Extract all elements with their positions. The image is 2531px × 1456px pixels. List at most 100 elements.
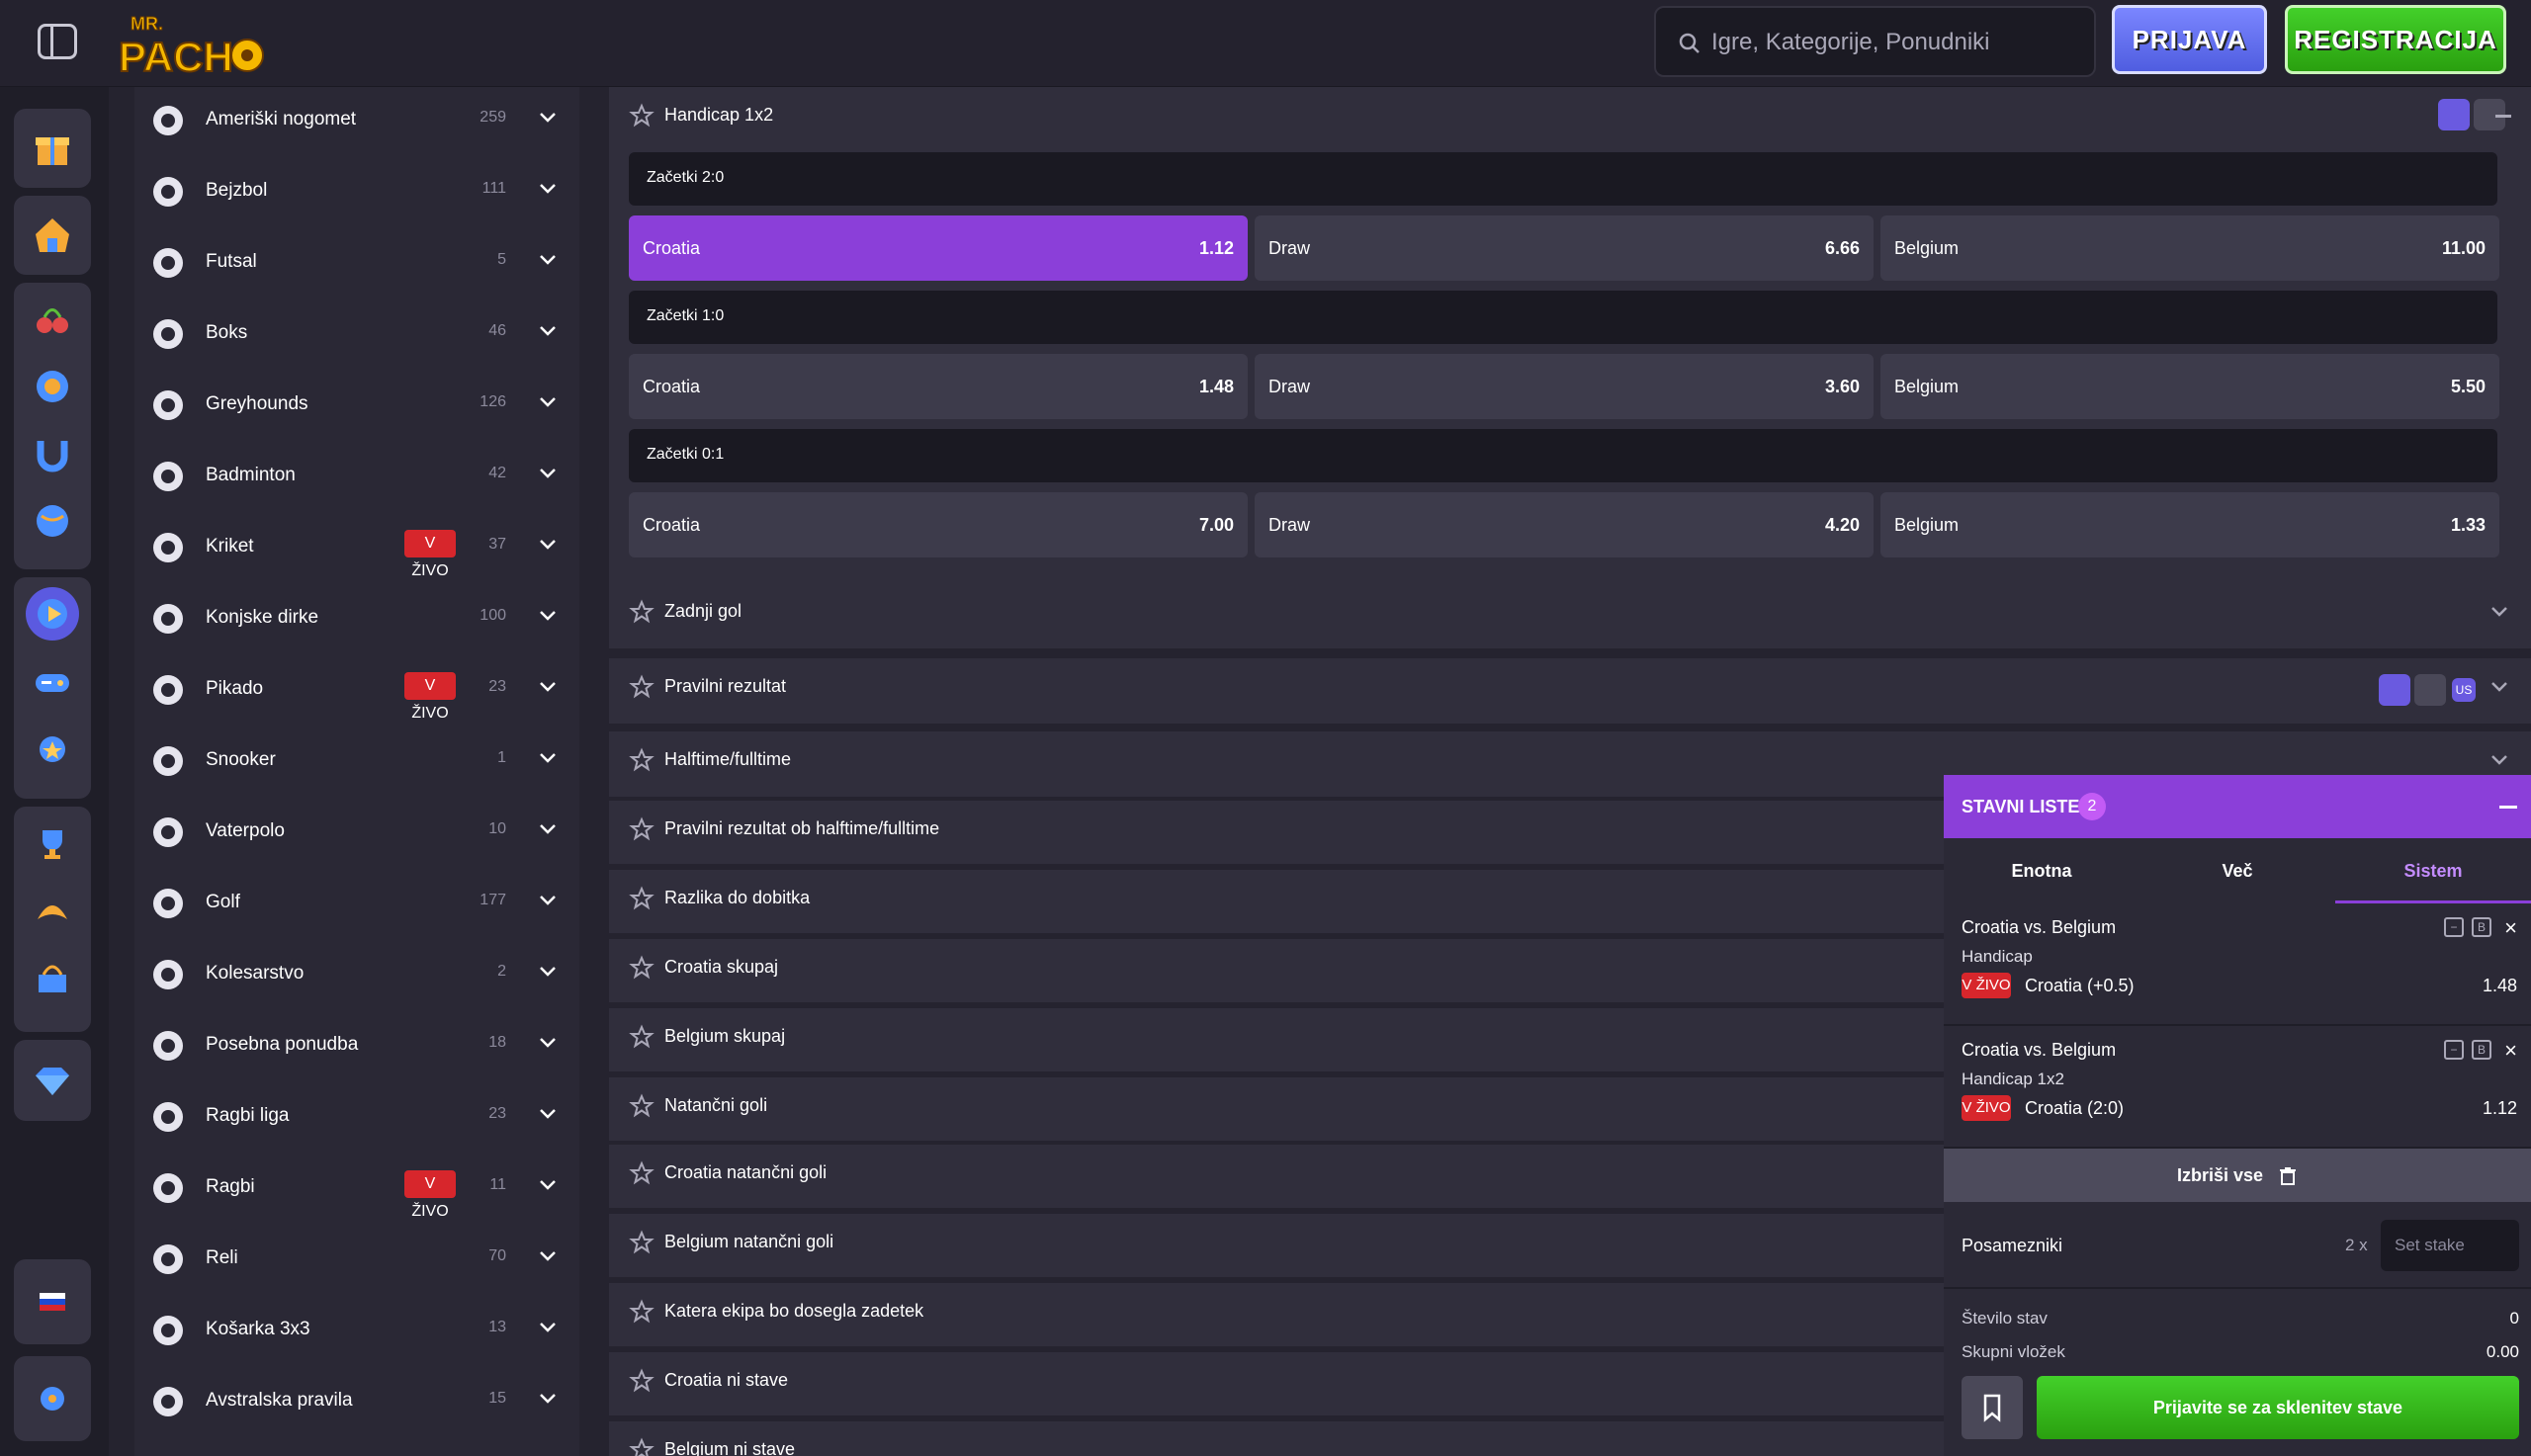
remove-bet-icon[interactable]: × bbox=[2504, 1038, 2517, 1064]
odds-button[interactable]: Croatia 7.00 bbox=[629, 492, 1248, 557]
favorite-star-icon[interactable] bbox=[629, 1160, 655, 1186]
stake-input[interactable] bbox=[2381, 1220, 2519, 1271]
chevron-down-icon[interactable] bbox=[538, 178, 558, 198]
minus-icon[interactable]: − bbox=[2444, 917, 2464, 937]
favorite-star-icon[interactable] bbox=[629, 599, 655, 625]
diamond-icon[interactable] bbox=[26, 1054, 79, 1107]
market-row[interactable]: Zadnji gol bbox=[609, 583, 2531, 648]
odds-button[interactable]: Draw 6.66 bbox=[1255, 215, 1874, 281]
trophy-icon[interactable] bbox=[26, 816, 79, 870]
favorite-star-icon[interactable] bbox=[629, 816, 655, 842]
sport-item[interactable]: Ragbi V ŽIVO 11 bbox=[134, 1155, 579, 1226]
chevron-down-icon[interactable] bbox=[538, 107, 558, 127]
grid-view-icon[interactable] bbox=[2438, 99, 2470, 130]
odds-format-badge[interactable]: US bbox=[2452, 678, 2476, 702]
favorite-star-icon[interactable] bbox=[629, 1299, 655, 1325]
remove-bet-icon[interactable]: × bbox=[2504, 915, 2517, 941]
b-icon[interactable]: B bbox=[2472, 917, 2491, 937]
chevron-down-icon[interactable] bbox=[538, 605, 558, 625]
sport-item[interactable]: Košarka 3x3 13 bbox=[134, 1297, 579, 1368]
chevron-down-icon[interactable] bbox=[538, 676, 558, 696]
sport-item[interactable]: Golf 177 bbox=[134, 870, 579, 941]
chevron-down-icon[interactable] bbox=[538, 818, 558, 838]
betslip-header[interactable]: STAVNI LISTEK 2 bbox=[1944, 775, 2531, 838]
support-globe-icon[interactable] bbox=[26, 1372, 79, 1425]
search-input[interactable] bbox=[1711, 22, 2077, 63]
favorite-star-icon[interactable] bbox=[629, 1093, 655, 1119]
gift-icon[interactable] bbox=[26, 122, 79, 175]
odds-button[interactable]: Belgium 1.33 bbox=[1880, 492, 2499, 557]
sport-item[interactable]: Avstralska pravila 15 bbox=[134, 1368, 579, 1439]
favorite-star-icon[interactable] bbox=[629, 1437, 655, 1456]
chevron-down-icon[interactable] bbox=[538, 463, 558, 482]
sport-item[interactable]: Bejzbol 111 bbox=[134, 158, 579, 229]
gamepad-icon[interactable] bbox=[26, 654, 79, 708]
chevron-down-icon[interactable] bbox=[538, 249, 558, 269]
tab-single[interactable]: Enotna bbox=[1944, 838, 2139, 903]
sport-item[interactable]: Ragbi liga 23 bbox=[134, 1083, 579, 1155]
list-view-icon[interactable] bbox=[2414, 674, 2446, 706]
odds-button[interactable]: Belgium 11.00 bbox=[1880, 215, 2499, 281]
favorite-star-icon[interactable] bbox=[629, 1368, 655, 1394]
chevron-down-icon[interactable] bbox=[538, 1174, 558, 1194]
croissant-icon[interactable] bbox=[26, 884, 79, 937]
sport-item[interactable]: Reli 70 bbox=[134, 1226, 579, 1297]
favorite-star-icon[interactable] bbox=[629, 747, 655, 773]
chevron-down-icon[interactable] bbox=[2489, 601, 2509, 621]
medal-icon[interactable] bbox=[26, 722, 79, 775]
chevron-down-icon[interactable] bbox=[538, 391, 558, 411]
chevron-down-icon[interactable] bbox=[2489, 749, 2509, 769]
sport-item[interactable]: Snooker 1 bbox=[134, 728, 579, 799]
chevron-down-icon[interactable] bbox=[538, 1388, 558, 1408]
login-to-bet-button[interactable]: Prijavite se za sklenitev stave bbox=[2037, 1376, 2519, 1439]
bookmark-button[interactable] bbox=[1962, 1376, 2023, 1439]
market-handicap-1x2[interactable]: Handicap 1x2 bbox=[609, 87, 2531, 146]
house-icon[interactable] bbox=[26, 209, 79, 262]
chevron-down-icon[interactable] bbox=[538, 534, 558, 554]
clear-all-button[interactable]: Izbriši vse bbox=[1944, 1149, 2531, 1202]
grid-view-icon[interactable] bbox=[2379, 674, 2410, 706]
sport-item[interactable]: Kriket V ŽIVO 37 bbox=[134, 514, 579, 585]
favorite-star-icon[interactable] bbox=[629, 886, 655, 911]
sport-item[interactable]: Pikado V ŽIVO 23 bbox=[134, 656, 579, 728]
sport-item[interactable]: Ameriški nogomet 259 bbox=[134, 87, 579, 158]
favorite-star-icon[interactable] bbox=[629, 103, 655, 128]
sport-item[interactable]: Futsal 5 bbox=[134, 229, 579, 300]
favorite-star-icon[interactable] bbox=[629, 1230, 655, 1255]
live-play-icon[interactable] bbox=[26, 587, 79, 641]
chevron-down-icon[interactable] bbox=[538, 1103, 558, 1123]
sport-item[interactable]: Boks 46 bbox=[134, 300, 579, 372]
search-box[interactable] bbox=[1654, 6, 2096, 77]
language-flag-icon[interactable] bbox=[26, 1275, 79, 1328]
sport-item[interactable]: Badminton 42 bbox=[134, 443, 579, 514]
odds-button[interactable]: Croatia 1.12 bbox=[629, 215, 1248, 281]
login-button[interactable]: PRIJAVA bbox=[2112, 5, 2267, 74]
favorite-star-icon[interactable] bbox=[629, 674, 655, 700]
chevron-down-icon[interactable] bbox=[2489, 676, 2509, 696]
minus-icon[interactable]: − bbox=[2444, 1040, 2464, 1060]
cherries-icon[interactable] bbox=[26, 293, 79, 346]
chevron-down-icon[interactable] bbox=[538, 1317, 558, 1336]
chevron-down-icon[interactable] bbox=[538, 890, 558, 909]
magnet-icon[interactable] bbox=[26, 427, 79, 480]
tab-system[interactable]: Sistem bbox=[2335, 838, 2531, 903]
odds-button[interactable]: Draw 3.60 bbox=[1255, 354, 1874, 419]
register-button[interactable]: REGISTRACIJA bbox=[2285, 5, 2506, 74]
minimize-icon[interactable] bbox=[2499, 806, 2517, 809]
odds-button[interactable]: Belgium 5.50 bbox=[1880, 354, 2499, 419]
chevron-down-icon[interactable] bbox=[538, 1032, 558, 1052]
favorite-star-icon[interactable] bbox=[629, 955, 655, 981]
chevron-down-icon[interactable] bbox=[538, 1245, 558, 1265]
market-row[interactable]: Pravilni rezultat US bbox=[609, 658, 2531, 724]
chevron-down-icon[interactable] bbox=[538, 747, 558, 767]
sport-item[interactable]: Vaterpolo 10 bbox=[134, 799, 579, 870]
sport-item[interactable]: Posebna ponudba 18 bbox=[134, 1012, 579, 1083]
favorite-star-icon[interactable] bbox=[629, 1024, 655, 1050]
globe-icon[interactable] bbox=[26, 494, 79, 548]
sidebar-toggle-icon[interactable] bbox=[38, 24, 77, 59]
odds-button[interactable]: Croatia 1.48 bbox=[629, 354, 1248, 419]
sport-item[interactable]: Greyhounds 126 bbox=[134, 372, 579, 443]
collapse-icon[interactable] bbox=[2495, 115, 2511, 118]
chevron-down-icon[interactable] bbox=[538, 961, 558, 981]
sport-item[interactable]: Kolesarstvo 2 bbox=[134, 941, 579, 1012]
